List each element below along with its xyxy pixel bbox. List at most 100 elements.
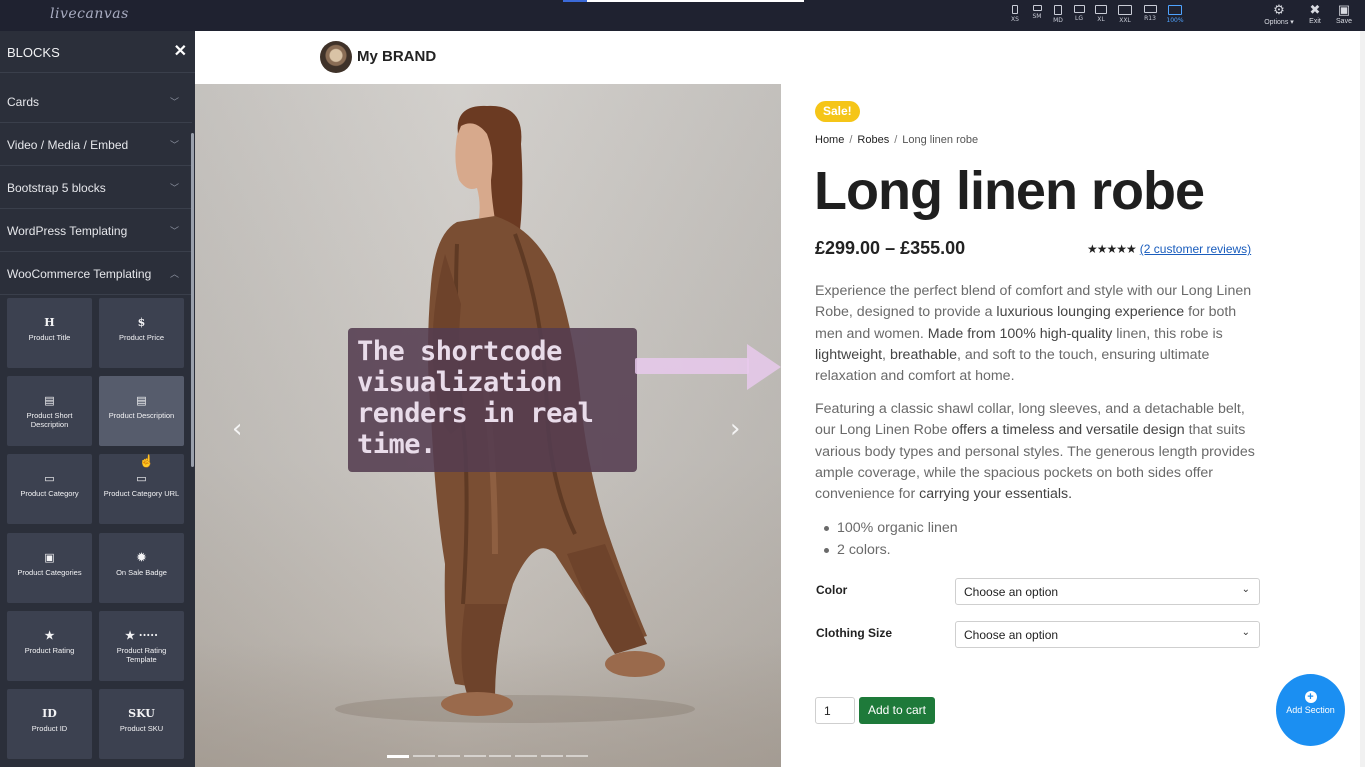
callout-arrow-icon [635, 344, 781, 390]
brand-name[interactable]: My BRAND [357, 48, 436, 65]
block-product-rating-template[interactable]: ★ ····· Product Rating Template [99, 610, 184, 681]
viewport-label: R13 [1144, 15, 1156, 22]
category-wordpress-templating[interactable]: WordPress Templating ﹀ [0, 209, 192, 252]
phone-icon [1012, 5, 1018, 14]
category-label: WordPress Templating [7, 224, 128, 238]
block-product-price[interactable]: $ Product Price [99, 298, 184, 368]
gallery-next-arrow-icon[interactable]: › [730, 414, 740, 444]
tablet-landscape-icon [1073, 5, 1085, 13]
block-label: Product Rating Template [116, 645, 167, 664]
floppy-icon: ▣ [1337, 2, 1351, 17]
folder-icon: ▭ [44, 472, 55, 486]
description-emphasis: luxurious lounging experience [996, 304, 1185, 321]
chevron-down-icon: ﹀ [169, 97, 179, 107]
pointer-hand-icon: ☝ [139, 454, 154, 468]
product-gallery[interactable]: ‹ › The shortcode visualization renders … [195, 84, 781, 767]
page-scrollbar[interactable] [1360, 31, 1365, 767]
viewport-xs[interactable]: XS [1004, 5, 1026, 23]
block-product-sku[interactable]: SKU Product SKU [99, 689, 184, 759]
breadcrumb-category[interactable]: Robes [857, 134, 889, 146]
category-label: Cards [7, 95, 40, 109]
phone-landscape-icon [1032, 5, 1042, 11]
heading-icon: H [44, 316, 55, 329]
star-icon: ★ [44, 628, 55, 642]
category-cards[interactable]: Cards ﹀ [0, 80, 192, 123]
viewport-md[interactable]: MD [1047, 5, 1069, 24]
laptop-icon [1143, 5, 1157, 13]
block-label: Product Category [20, 489, 79, 499]
viewport-r13[interactable]: R13 [1139, 5, 1161, 22]
block-label: Product Title [28, 333, 71, 342]
gallery-dot[interactable] [540, 755, 563, 757]
chevron-down-icon: ﹀ [169, 140, 179, 150]
clothing-size-select[interactable]: Choose an option ⌄ [955, 621, 1260, 648]
close-icon[interactable]: ✕ [174, 41, 187, 61]
gallery-dot[interactable] [515, 755, 537, 757]
loading-progress-fill [563, 0, 588, 2]
gallery-dot[interactable] [387, 755, 409, 758]
block-label: Product Description [108, 411, 175, 421]
color-select[interactable]: Choose an option ⌄ [955, 578, 1260, 605]
gallery-dot[interactable] [412, 755, 435, 757]
breadcrumb-home[interactable]: Home [815, 134, 844, 146]
viewport-xxl[interactable]: XXL [1114, 5, 1136, 24]
viewport-label: SM [1032, 13, 1042, 20]
block-label: Product Rating [24, 645, 75, 655]
document-icon: ▤ [44, 394, 55, 408]
viewport-xl[interactable]: XL [1090, 5, 1112, 23]
options-button[interactable]: ⚙ Options ▾ [1261, 2, 1297, 27]
category-bootstrap-5-blocks[interactable]: Bootstrap 5 blocks ﹀ [0, 166, 192, 209]
sidebar-scrollbar[interactable] [191, 133, 194, 467]
gallery-dot[interactable] [566, 755, 589, 757]
save-button[interactable]: ▣ Save [1326, 2, 1362, 26]
block-product-rating[interactable]: ★ Product Rating [7, 610, 92, 681]
category-label: Video / Media / Embed [7, 138, 129, 152]
quantity-input[interactable]: 1 [815, 697, 855, 724]
color-select-value: Choose an option [964, 585, 1059, 599]
monitor-icon [1095, 5, 1107, 14]
description-text: , [882, 346, 890, 363]
callout-text: The shortcode visualization renders in r… [357, 336, 594, 460]
viewport-label: 100% [1166, 17, 1184, 24]
clothing-size-select-value: Choose an option [964, 628, 1059, 642]
block-product-categories[interactable]: ▣ Product Categories [7, 532, 92, 603]
breadcrumb: Home / Robes / Long linen robe [815, 134, 979, 146]
block-on-sale-badge[interactable]: ✹ On Sale Badge [99, 532, 184, 603]
site-header: My BRAND [195, 31, 1365, 84]
block-product-category[interactable]: ▭ Product Category [7, 454, 92, 525]
loading-progress-bar [563, 0, 804, 2]
block-product-description[interactable]: ▤ Product Description [99, 376, 184, 447]
monitor-icon [1118, 5, 1132, 15]
gallery-dot[interactable] [463, 755, 486, 757]
block-label: Product SKU [119, 724, 164, 733]
product-title: Long linen robe [814, 161, 1205, 221]
description-emphasis: offers a timeless and versatile design [951, 422, 1185, 439]
block-label: Product Price [118, 333, 165, 342]
description-text: linen, this robe is [1112, 325, 1223, 342]
gallery-prev-arrow-icon[interactable]: ‹ [232, 414, 242, 444]
viewport-sm[interactable]: SM [1026, 5, 1048, 20]
id-icon: ID [42, 707, 57, 720]
brand-logo-icon[interactable] [320, 41, 352, 73]
category-woocommerce-templating[interactable]: WooCommerce Templating ︿ [0, 252, 192, 295]
gallery-dot[interactable] [438, 755, 461, 757]
description-emphasis: lightweight [815, 346, 883, 363]
block-product-id[interactable]: ID Product ID [7, 689, 92, 759]
tablet-icon [1054, 5, 1062, 15]
product-features-list: 100% organic linen 2 colors. [824, 518, 958, 561]
block-product-short-description[interactable]: ▤ Product Short Description [7, 376, 92, 447]
chevron-down-icon: ﹀ [169, 183, 179, 193]
color-label: Color [816, 583, 848, 597]
block-product-title[interactable]: H Product Title [7, 298, 92, 368]
add-to-cart-button[interactable]: Add to cart [859, 697, 935, 724]
gear-icon: ⚙ [1273, 2, 1285, 17]
product-rating: ★★★★★ (2 customer reviews) [1087, 242, 1251, 256]
reviews-link[interactable]: (2 customer reviews) [1140, 242, 1251, 256]
viewport-lg[interactable]: LG [1068, 5, 1090, 22]
gallery-dot[interactable] [489, 755, 512, 757]
blocks-sidebar: BLOCKS ✕ Cards ﹀ Video / Media / Embed ﹀ Boo… [0, 31, 195, 767]
category-video-media-embed[interactable]: Video / Media / Embed ﹀ [0, 123, 192, 166]
category-label: Bootstrap 5 blocks [7, 181, 106, 195]
add-section-button[interactable]: + Add Section [1276, 674, 1345, 746]
viewport-100pct[interactable]: 100% [1164, 5, 1186, 24]
